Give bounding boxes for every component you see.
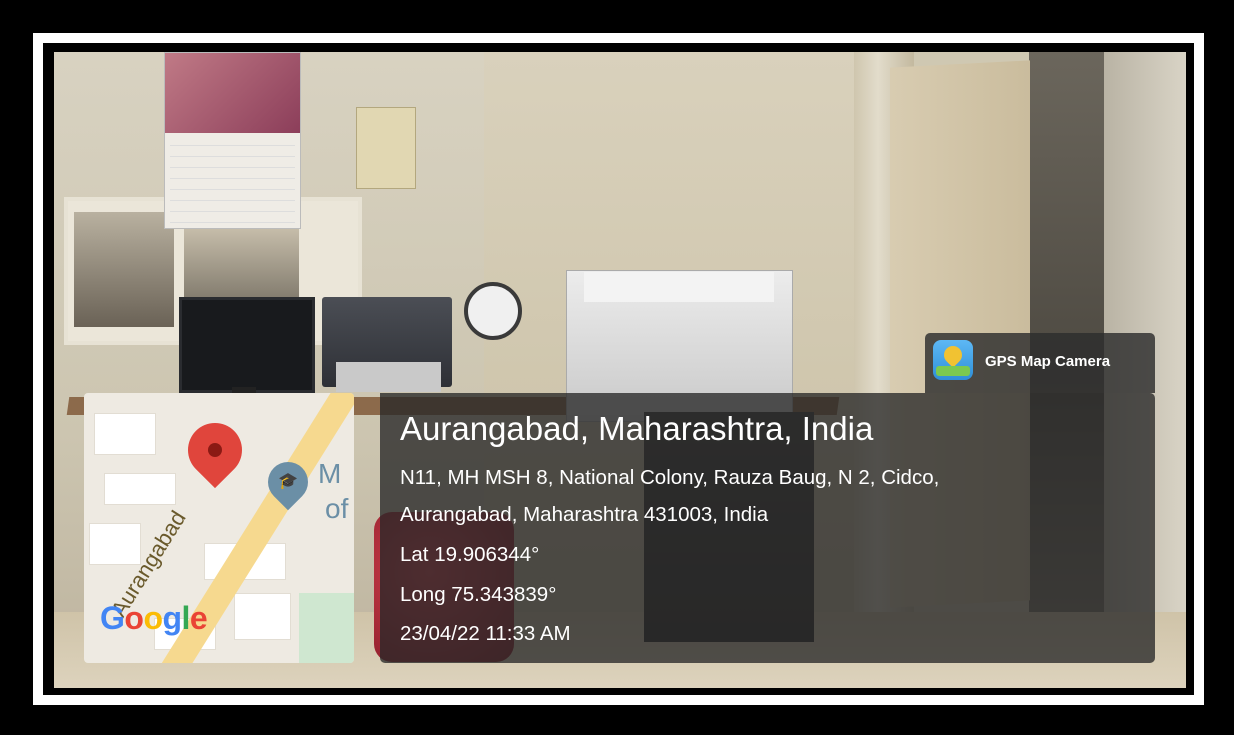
address-line-1: N11, MH MSH 8, National Colony, Rauza Ba…	[400, 466, 940, 489]
graduation-cap-icon: 🎓	[278, 473, 298, 490]
google-logo: Google	[100, 600, 208, 636]
calendar-picture	[165, 53, 300, 133]
latitude: Lat 19.906344°	[400, 543, 540, 566]
wall-clock	[464, 282, 522, 340]
badge-label: GPS Map Camera	[985, 353, 1111, 370]
map-block	[234, 593, 291, 640]
map-block	[104, 473, 176, 505]
pin-center	[208, 443, 222, 457]
calendar-dates	[170, 137, 295, 223]
electric-switchboard	[356, 107, 416, 189]
map-park-area	[299, 593, 354, 663]
map-poi-label: M	[318, 458, 342, 489]
window-pane-left	[74, 212, 174, 327]
map-poi-label-2: of	[325, 493, 349, 524]
location-title: Aurangabad, Maharashtra, India	[400, 410, 874, 447]
address-line-2: Aurangabad, Maharashtra 431003, India	[400, 503, 769, 526]
map-block	[94, 413, 156, 455]
longitude: Long 75.343839°	[400, 583, 557, 606]
printer-tray	[336, 362, 441, 392]
computer-monitor	[179, 297, 315, 393]
map-block	[89, 523, 141, 565]
wall-calendar	[164, 52, 301, 229]
app-icon-land	[936, 366, 970, 376]
timestamp: 23/04/22 11:33 AM	[400, 622, 571, 645]
copier-lid	[584, 272, 774, 302]
